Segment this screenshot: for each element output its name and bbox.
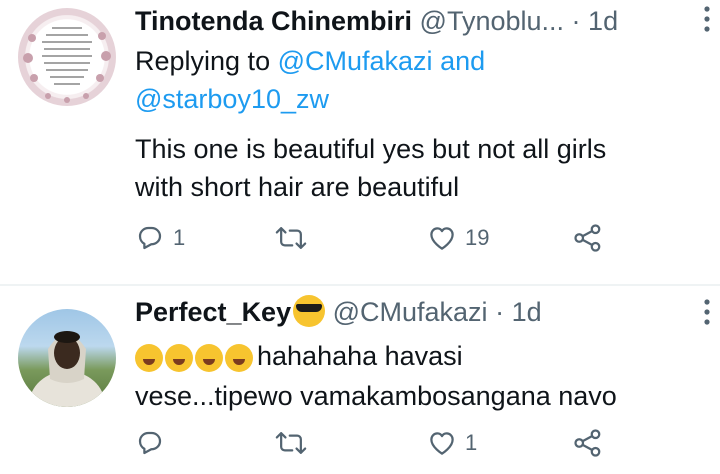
avatar[interactable] <box>18 309 116 407</box>
tweet-header: Tinotenda Chinembiri @Tynoblu... · 1d <box>135 2 618 40</box>
like-count: 19 <box>465 225 490 250</box>
replying-to-line-2: @starboy10_zw <box>135 80 329 118</box>
replying-to-label: Replying to <box>135 46 271 76</box>
like-button[interactable]: 1 <box>427 423 477 463</box>
tweet-text-line: hahahaha havasi <box>135 337 463 375</box>
more-icon[interactable] <box>704 6 710 32</box>
laughing-emoji-icon <box>195 343 223 372</box>
avatar[interactable] <box>18 8 116 106</box>
like-button[interactable]: 19 <box>427 218 489 258</box>
laughing-emoji-icon <box>135 343 163 372</box>
share-button[interactable] <box>573 423 603 463</box>
like-icon <box>430 227 454 250</box>
tweet-text-line: vese...tipewo vamakambosangana navo <box>135 381 617 411</box>
tweet-divider <box>0 284 720 286</box>
tweet-text-line: with short hair are beautiful <box>135 172 460 202</box>
laughing-emoji-icon <box>165 343 193 372</box>
retweet-button[interactable] <box>275 423 315 463</box>
tweet-text-line: This one is beautiful yes but not all gi… <box>135 134 607 164</box>
like-icon <box>430 432 454 455</box>
replying-and: and <box>440 46 486 76</box>
mention-link[interactable]: @starboy10_zw <box>135 84 329 114</box>
share-icon <box>574 224 601 252</box>
share-button[interactable] <box>573 218 603 258</box>
separator-dot: · <box>495 297 505 327</box>
mention-link[interactable]: @CMufakazi <box>278 46 433 76</box>
reply-button[interactable]: 1 <box>135 218 185 258</box>
display-name[interactable]: Tinotenda Chinembiri <box>135 6 412 36</box>
display-name[interactable]: Perfect_Key <box>135 297 291 327</box>
timestamp[interactable]: 1d <box>588 6 618 36</box>
tweet-actions: 1 19 <box>135 218 715 258</box>
reply-button[interactable] <box>135 423 173 463</box>
retweet-icon <box>275 227 307 249</box>
replying-to-line: Replying to @CMufakazi and <box>135 42 485 80</box>
more-icon[interactable] <box>704 299 710 325</box>
tweet-header: Perfect_Key @CMufakazi · 1d <box>135 293 542 331</box>
sunglasses-emoji-icon <box>293 295 326 327</box>
reply-icon <box>138 431 162 455</box>
user-handle[interactable]: @CMufakazi <box>333 297 488 327</box>
reply-count: 1 <box>173 225 186 250</box>
share-icon <box>574 429 601 457</box>
tweet-card[interactable]: Tinotenda Chinembiri @Tynoblu... · 1d Re… <box>0 0 720 284</box>
user-handle[interactable]: @Tynoblu... <box>420 6 564 36</box>
retweet-button[interactable] <box>275 218 315 258</box>
like-count: 1 <box>465 430 478 455</box>
tweet-text: hahahaha havasi <box>257 341 463 371</box>
avatar-photo <box>29 331 105 407</box>
tweet-actions: 1 <box>135 423 715 463</box>
avatar-poem-image <box>23 27 111 103</box>
reply-icon <box>138 226 162 250</box>
emoji-group <box>135 343 255 372</box>
retweet-icon <box>275 432 307 454</box>
separator-dot: · <box>571 6 581 36</box>
tweet-card[interactable]: Perfect_Key @CMufakazi · 1d hahahaha hav… <box>0 287 720 474</box>
laughing-emoji-icon <box>225 343 253 372</box>
timestamp[interactable]: 1d <box>512 297 542 327</box>
